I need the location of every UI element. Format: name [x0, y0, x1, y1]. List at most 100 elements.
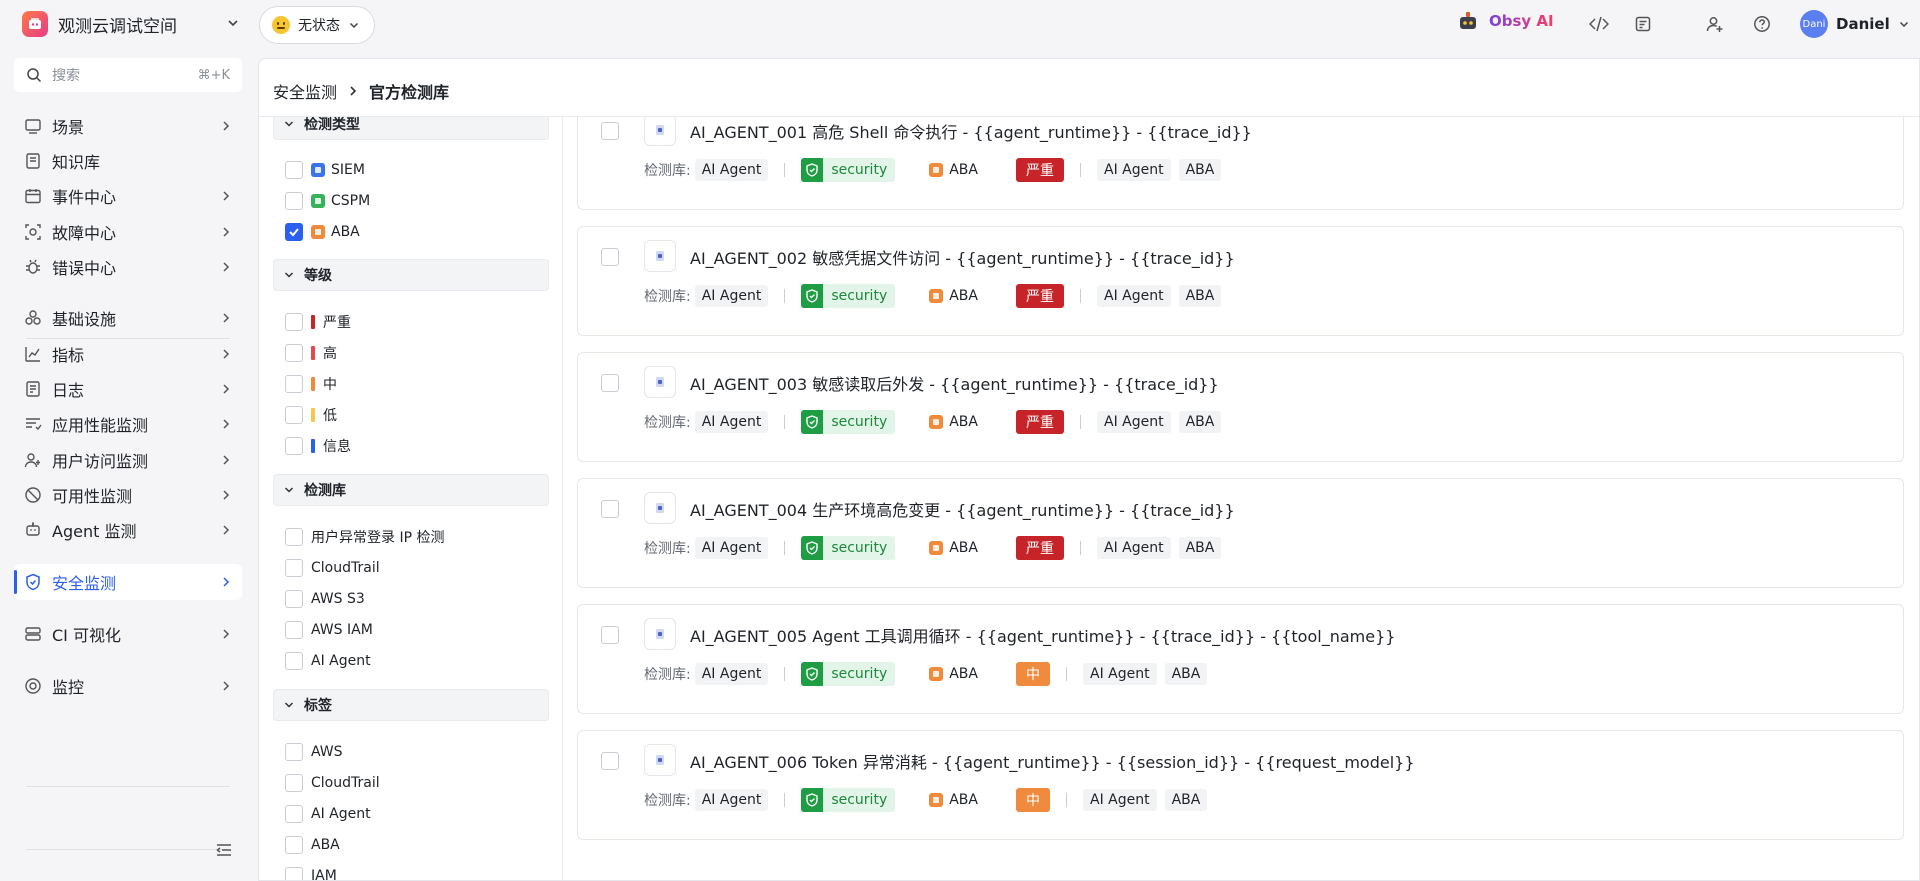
filter-option-tag[interactable]: AWS: [285, 740, 343, 764]
sidebar-item-7[interactable]: 日志: [14, 371, 242, 407]
rule-tag: ABA: [1178, 537, 1222, 559]
checkbox: [285, 161, 303, 179]
filter-option-tag[interactable]: AI Agent: [285, 802, 371, 826]
rule-title[interactable]: AI_AGENT_005 Agent 工具调用循环 - {{agent_runt…: [690, 623, 1395, 647]
rule-title[interactable]: AI_AGENT_004 生产环境高危变更 - {{agent_runtime}…: [690, 497, 1235, 521]
document-edit-icon[interactable]: [1632, 13, 1654, 35]
obsy-ai-button[interactable]: Obsy AI: [1457, 11, 1554, 31]
filter-option-level[interactable]: 中: [285, 372, 337, 396]
filter-option-tag[interactable]: IAM: [285, 864, 337, 880]
filter-option-level[interactable]: 低: [285, 403, 337, 427]
filter-option-tag[interactable]: ABA: [285, 833, 340, 857]
code-icon[interactable]: [1588, 13, 1610, 35]
filter-option-type[interactable]: SIEM: [285, 158, 365, 182]
severity-color-bar: [311, 408, 315, 422]
obsy-ai-label: Obsy AI: [1489, 12, 1554, 30]
rule-type-icon: [644, 492, 676, 524]
rule-checkbox[interactable]: [601, 626, 619, 644]
severity-color-bar: [311, 346, 315, 360]
chevron-right-icon: [220, 576, 232, 588]
rule-tag: AI Agent: [1097, 537, 1171, 559]
rule-card: AI_AGENT_003 敏感读取后外发 - {{agent_runtime}}…: [577, 352, 1904, 462]
checkbox: [285, 559, 303, 577]
filter-group-tags-header[interactable]: 标签: [273, 689, 549, 721]
rule-checkbox[interactable]: [601, 752, 619, 770]
filter-option-library[interactable]: 用户异常登录 IP 检测: [285, 525, 444, 549]
rule-tag: AI Agent: [1097, 411, 1171, 433]
collapse-sidebar-icon[interactable]: [216, 843, 232, 857]
sidebar-item-11[interactable]: Agent 监测: [14, 512, 242, 548]
rule-type-label: ABA: [949, 288, 978, 304]
sidebar-item-3[interactable]: 故障中心: [14, 214, 242, 250]
breadcrumb-parent[interactable]: 安全监测: [273, 79, 337, 103]
rule-title[interactable]: AI_AGENT_006 Token 异常消耗 - {{agent_runtim…: [690, 749, 1415, 773]
sidebar-item-label: 安全监测: [52, 574, 117, 593]
status-selector[interactable]: 无状态: [259, 6, 375, 44]
help-icon[interactable]: [1751, 13, 1773, 35]
sidebar-item-2[interactable]: 事件中心: [14, 178, 242, 214]
workspace-switcher[interactable]: 观测云调试空间: [22, 10, 238, 38]
filter-option-label: 高: [323, 346, 337, 362]
search-placeholder: 搜索: [52, 68, 80, 84]
sidebar-item-12[interactable]: 安全监测: [14, 564, 242, 600]
filter-option-level[interactable]: 信息: [285, 434, 351, 458]
sidebar-item-1[interactable]: 知识库: [14, 143, 242, 179]
sidebar-item-label: 错误中心: [52, 259, 117, 278]
rule-library-tag: AI Agent: [694, 537, 769, 559]
shield-icon: [24, 573, 42, 591]
user-name: Daniel: [1836, 15, 1890, 33]
chevron-right-icon: [220, 312, 232, 324]
sidebar-item-10[interactable]: 可用性监测: [14, 477, 242, 513]
sidebar-item-label: 知识库: [52, 153, 101, 172]
rule-type: ABA: [929, 414, 978, 430]
filter-option-library[interactable]: AWS IAM: [285, 618, 373, 642]
rule-checkbox[interactable]: [601, 500, 619, 518]
filter-option-type[interactable]: CSPM: [285, 189, 370, 213]
sidebar-item-5[interactable]: 基础设施: [14, 300, 242, 336]
rule-tags: AI Agent ABA: [1097, 285, 1222, 307]
search-input[interactable]: 搜索 ⌘+K: [14, 58, 242, 92]
ci-icon: [24, 625, 42, 643]
sidebar-item-4[interactable]: 错误中心: [14, 249, 242, 285]
filter-option-tag[interactable]: CloudTrail: [285, 771, 380, 795]
rule-checkbox[interactable]: [601, 374, 619, 392]
filter-option-library[interactable]: AWS S3: [285, 587, 365, 611]
filter-option-level[interactable]: 高: [285, 341, 337, 365]
filter-group-title: 标签: [304, 698, 332, 714]
filter-group-library-header[interactable]: 检测库: [273, 474, 549, 506]
sidebar-item-13[interactable]: CI 可视化: [14, 616, 242, 652]
rule-category-label: security: [831, 288, 888, 304]
add-user-icon[interactable]: [1704, 13, 1726, 35]
rule-card: AI_AGENT_005 Agent 工具调用循环 - {{agent_runt…: [577, 604, 1904, 714]
severity-color-bar: [311, 439, 315, 453]
rule-tags: AI Agent ABA: [1083, 663, 1208, 685]
filter-option-level[interactable]: 严重: [285, 310, 351, 334]
filter-option-library[interactable]: AI Agent: [285, 649, 371, 673]
rule-type-icon: [644, 117, 676, 146]
sidebar-item-14[interactable]: 监控: [14, 668, 242, 704]
sidebar-item-0[interactable]: 场景: [14, 108, 242, 144]
book-icon: [24, 152, 42, 170]
filter-option-type[interactable]: ABA: [285, 220, 360, 244]
sidebar-item-9[interactable]: 用户访问监测: [14, 442, 242, 478]
rule-title[interactable]: AI_AGENT_003 敏感读取后外发 - {{agent_runtime}}…: [690, 371, 1219, 395]
user-menu[interactable]: Dani Daniel: [1800, 10, 1910, 38]
sidebar-item-label: Agent 监测: [52, 522, 137, 541]
filter-group-type-header[interactable]: 检测类型: [273, 117, 549, 140]
meta-divider: [1080, 415, 1081, 429]
filter-option-library[interactable]: CloudTrail: [285, 556, 380, 580]
filter-group-level-header[interactable]: 等级: [273, 259, 549, 291]
rule-checkbox[interactable]: [601, 122, 619, 140]
rule-title[interactable]: AI_AGENT_002 敏感凭据文件访问 - {{agent_runtime}…: [690, 245, 1235, 269]
rule-checkbox[interactable]: [601, 248, 619, 266]
sidebar-item-6[interactable]: 指标: [14, 336, 242, 372]
rule-tags: AI Agent ABA: [1097, 411, 1222, 433]
rule-title[interactable]: AI_AGENT_001 高危 Shell 命令执行 - {{agent_run…: [690, 119, 1252, 143]
meta-divider: [1080, 289, 1081, 303]
aba-icon: [929, 289, 944, 303]
sidebar-item-8[interactable]: 应用性能监测: [14, 406, 242, 442]
chevron-down-icon: [284, 270, 294, 280]
log-icon: [24, 380, 42, 398]
sidebar-item-label: CI 可视化: [52, 626, 121, 645]
rule-tag: AI Agent: [1083, 789, 1157, 811]
